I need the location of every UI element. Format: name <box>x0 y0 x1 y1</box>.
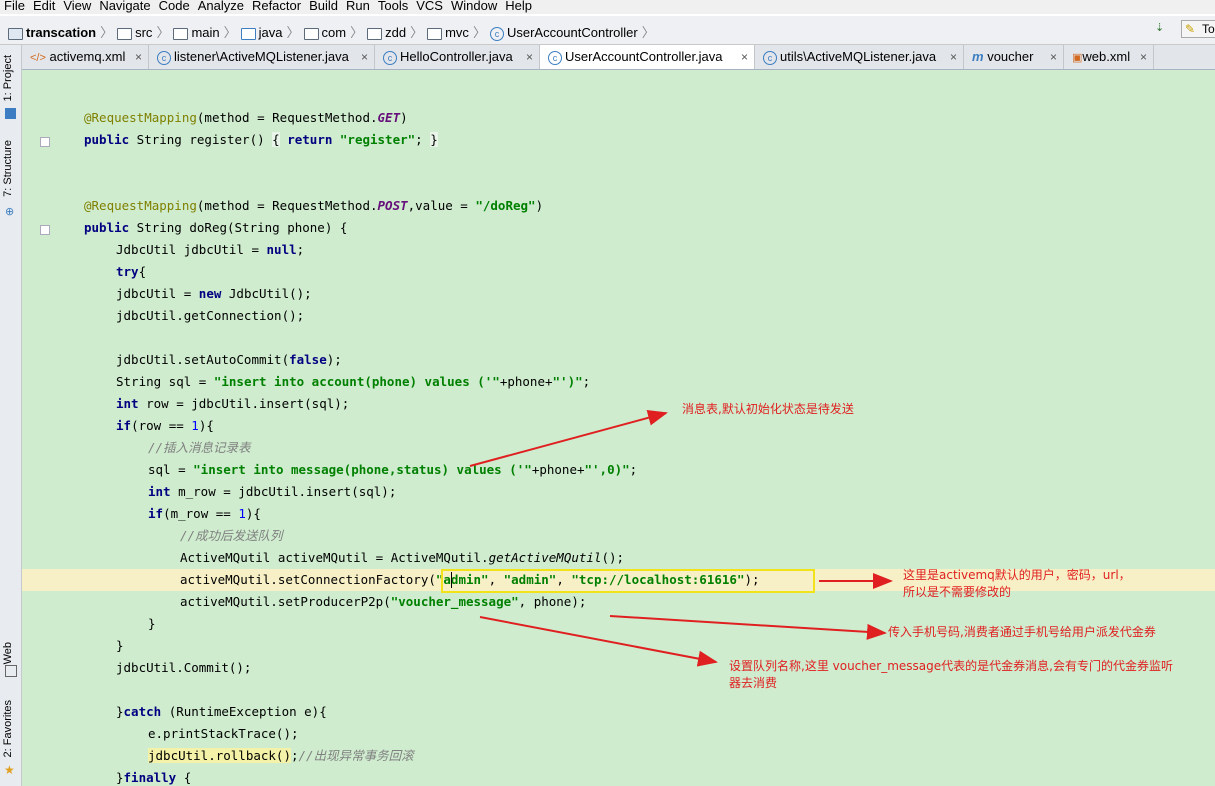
breadcrumb-separator-icon: 〉 <box>100 25 114 40</box>
editor-tab-bar: </> activemq.xml × c listener\ActiveMQList… <box>22 45 1215 70</box>
tool-icon: ✎ <box>1185 22 1196 36</box>
tab-activemq-xml[interactable]: </> activemq.xml × <box>22 45 149 69</box>
tab-label: HelloController.java <box>400 49 513 64</box>
breadcrumb-mvc[interactable]: mvc <box>445 25 469 40</box>
breadcrumb-src[interactable]: src <box>135 25 152 40</box>
breadcrumb-zdd[interactable]: zdd <box>385 25 406 40</box>
breadcrumb-separator-icon: 〉 <box>286 25 300 40</box>
menu-run[interactable]: Run <box>342 0 374 12</box>
breadcrumb-separator-icon: 〉 <box>156 25 170 40</box>
project-tool-tab[interactable]: 1: Project <box>2 55 14 101</box>
module-icon: m <box>972 49 984 64</box>
class-icon: c <box>157 50 171 65</box>
breadcrumb-separator-icon: 〉 <box>410 25 424 40</box>
code-editor[interactable]: @RequestMapping(method = RequestMethod.G… <box>22 70 1215 786</box>
favorites-tool-tab[interactable]: 2: Favorites <box>2 700 14 757</box>
menu-file[interactable]: File <box>0 0 29 12</box>
sort-icon[interactable]: ⇣ <box>1155 21 1164 34</box>
annotation-queue-line2: 器去消费 <box>729 676 778 690</box>
package-icon <box>367 27 383 40</box>
close-icon[interactable]: × <box>1140 45 1147 69</box>
class-icon: c <box>763 50 777 65</box>
breadcrumb-com[interactable]: com <box>322 25 347 40</box>
close-icon[interactable]: × <box>741 45 748 69</box>
menu-tools[interactable]: Tools <box>374 0 412 12</box>
package-icon <box>427 27 443 40</box>
menu-help[interactable]: Help <box>501 0 536 12</box>
navbar-tools: ⇣ ✎ To <box>1155 20 1215 40</box>
project-folder-icon <box>8 27 23 40</box>
tab-hellocontroller[interactable]: c HelloController.java × <box>375 45 540 69</box>
tab-voucher[interactable]: m voucher × <box>964 45 1064 69</box>
star-icon: ★ <box>4 763 15 777</box>
menu-analyze[interactable]: Analyze <box>194 0 248 12</box>
tab-utils-activemqlistener[interactable]: c utils\ActiveMQListener.java × <box>755 45 964 69</box>
xml-icon: </> <box>30 52 46 64</box>
project-icon <box>5 108 16 119</box>
package-icon <box>303 27 319 40</box>
annotation-message-table: 消息表,默认初始化状态是待发送 <box>682 402 854 416</box>
menu-edit[interactable]: Edit <box>29 0 59 12</box>
breadcrumb-separator-icon: 〉 <box>350 25 364 40</box>
tab-label: activemq.xml <box>49 49 126 64</box>
arrow-phone <box>609 615 887 640</box>
menu-code[interactable]: Code <box>155 0 194 12</box>
breadcrumb-java[interactable]: java <box>259 25 283 40</box>
breadcrumb-separator-icon: 〉 <box>223 25 237 40</box>
tab-web-xml[interactable]: ▣web.xml × <box>1064 45 1154 69</box>
breadcrumb-file[interactable]: UserAccountController <box>507 25 638 40</box>
annotation-arrows <box>469 409 893 667</box>
close-icon[interactable]: × <box>950 45 957 69</box>
menu-window[interactable]: Window <box>447 0 501 12</box>
breadcrumb: transcation 〉 src 〉 main 〉 java 〉 com 〉 zdd 〉 mvc 〉 c U… <box>8 22 659 41</box>
close-icon[interactable]: × <box>526 45 533 69</box>
xml-icon: ▣ <box>1072 52 1083 64</box>
close-icon[interactable]: × <box>1050 45 1057 69</box>
structure-icon: ⊕ <box>5 205 15 218</box>
menu-navigate[interactable]: Navigate <box>95 0 154 12</box>
class-icon: c <box>489 26 504 41</box>
breadcrumb-separator-icon: 〉 <box>472 25 486 40</box>
menu-refactor[interactable]: Refactor <box>248 0 305 12</box>
tab-label: utils\ActiveMQListener.java <box>780 49 937 64</box>
annotation-default-user-line1: 这里是activemq默认的用户，密码，url， <box>903 568 1131 582</box>
source-folder-icon <box>240 27 256 40</box>
breadcrumb-project[interactable]: transcation <box>26 25 96 40</box>
arrow-message-table <box>469 409 668 467</box>
annotation-phone: 传入手机号码,消费者通过手机号给用户派发代金券 <box>888 625 1156 639</box>
folder-icon <box>173 27 189 40</box>
menu-bar: File Edit View Navigate Code Analyze Refactor B… <box>0 0 1215 14</box>
annotation-default-user-line2: 所以是不需要修改的 <box>903 585 1012 599</box>
class-icon: c <box>548 50 562 65</box>
tab-label: web.xml <box>1082 49 1131 64</box>
web-tool-tab[interactable]: Web <box>2 642 14 664</box>
navigation-bar: transcation 〉 src 〉 main 〉 java 〉 com 〉 zdd 〉 mvc 〉 c U… <box>0 16 1215 45</box>
tab-label: listener\ActiveMQListener.java <box>174 49 349 64</box>
tab-label: UserAccountController.java <box>565 49 723 64</box>
menu-vcs[interactable]: VCS <box>412 0 447 12</box>
menu-build[interactable]: Build <box>305 0 342 12</box>
close-icon[interactable]: × <box>135 45 142 69</box>
arrow-queue <box>479 616 718 667</box>
class-icon: c <box>383 50 397 65</box>
tab-useraccountcontroller[interactable]: c UserAccountController.java × <box>540 45 755 69</box>
menu-view[interactable]: View <box>59 0 95 12</box>
left-tool-window-bar: 1: Project 7: Structure ⊕ Web 2: Favorit… <box>0 45 22 786</box>
tab-listener-activemqlistener[interactable]: c listener\ActiveMQListener.java × <box>149 45 375 69</box>
breadcrumb-separator-icon: 〉 <box>641 25 655 40</box>
tool-button-label: To <box>1202 22 1215 36</box>
tool-button[interactable]: ✎ To <box>1181 20 1215 38</box>
web-icon <box>5 665 17 677</box>
tab-label: voucher <box>987 49 1034 64</box>
annotation-queue-line1: 设置队列名称,这里 voucher_message代表的是代金券消息,会有专门的… <box>729 659 1173 673</box>
folder-icon <box>117 27 133 40</box>
breadcrumb-main[interactable]: main <box>191 25 219 40</box>
structure-tool-tab[interactable]: 7: Structure <box>2 140 14 197</box>
close-icon[interactable]: × <box>361 45 368 69</box>
